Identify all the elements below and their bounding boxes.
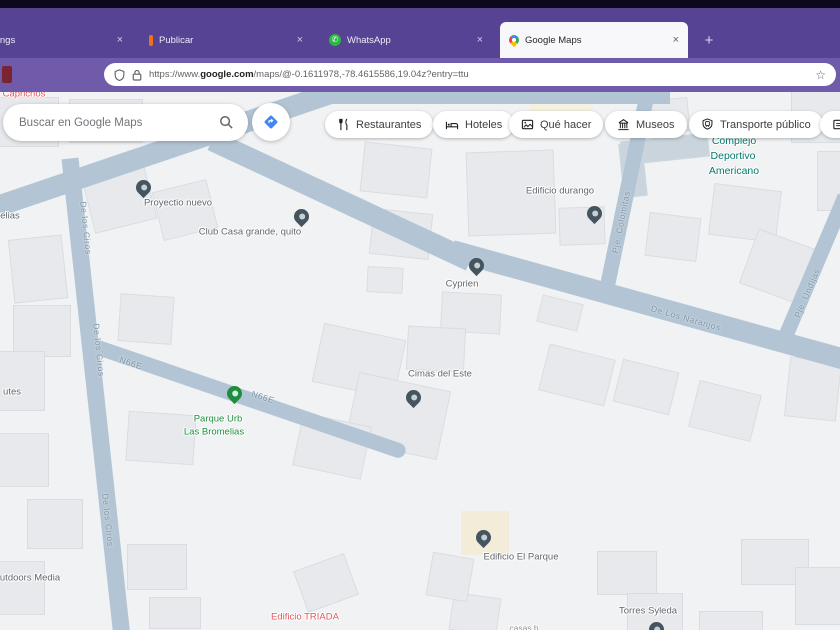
attractions-icon bbox=[521, 119, 534, 130]
chip-hoteles[interactable]: Hoteles bbox=[433, 111, 515, 138]
whatsapp-favicon-icon: ✆ bbox=[329, 34, 341, 46]
map-building bbox=[117, 293, 175, 345]
map-building bbox=[7, 234, 69, 304]
tab-close-icon[interactable]: × bbox=[117, 34, 123, 46]
map-label[interactable]: utes bbox=[3, 387, 21, 398]
directions-button[interactable] bbox=[252, 103, 290, 141]
chip-transporte-publico[interactable]: Transporte público bbox=[689, 111, 823, 138]
screen: { "browser": { "theme_color": "#564394",… bbox=[0, 0, 840, 630]
map-label[interactable]: Cimas del Este bbox=[408, 369, 472, 380]
tab-close-icon[interactable]: × bbox=[477, 34, 483, 46]
tab-label: WhatsApp bbox=[347, 34, 391, 46]
map-road bbox=[330, 92, 670, 104]
map-building bbox=[366, 266, 404, 294]
chip-label: Restaurantes bbox=[356, 118, 422, 131]
chip-partial-icon bbox=[833, 119, 840, 130]
map-building bbox=[538, 343, 616, 407]
map-building bbox=[440, 291, 502, 335]
map-building bbox=[536, 294, 584, 332]
chip-label: Hoteles bbox=[465, 118, 503, 131]
map-canvas[interactable]: De los Ciros De los Ciros De los Ciros N66E… bbox=[0, 92, 840, 630]
tab-close-icon[interactable]: × bbox=[297, 34, 303, 46]
url-toolbar: https://www.google.com/maps/@-0.1611978,… bbox=[0, 58, 840, 92]
transit-shield-icon bbox=[702, 118, 713, 130]
map-building bbox=[0, 433, 49, 487]
map-label[interactable]: Edificio TRIADA bbox=[271, 612, 339, 623]
map-label[interactable]: casas h bbox=[509, 623, 538, 630]
map-building bbox=[612, 358, 680, 416]
tab-whatsapp[interactable]: ✆ WhatsApp × bbox=[320, 22, 492, 58]
map-building bbox=[0, 351, 45, 411]
tab-close-icon[interactable]: × bbox=[673, 34, 679, 46]
map-building bbox=[699, 611, 763, 630]
map-building bbox=[293, 553, 359, 613]
map-label[interactable]: Edificio El Parque bbox=[484, 552, 559, 563]
map-building bbox=[644, 211, 702, 263]
search-icon[interactable] bbox=[219, 115, 234, 130]
map-building bbox=[127, 544, 187, 590]
museum-icon bbox=[618, 119, 629, 131]
map-label[interactable]: Las Bromelias bbox=[184, 427, 244, 438]
map-pin-club-casa-grande[interactable] bbox=[290, 205, 312, 228]
hotels-icon bbox=[445, 121, 459, 130]
google-maps-favicon-icon bbox=[506, 32, 522, 48]
map-building bbox=[125, 410, 197, 466]
chip-restaurantes[interactable]: Restaurantes bbox=[325, 111, 434, 138]
map-road bbox=[207, 130, 475, 270]
map-label[interactable]: Caprichos bbox=[3, 92, 46, 100]
tab-listings[interactable]: Listings × bbox=[0, 22, 132, 58]
lock-icon[interactable] bbox=[132, 69, 142, 81]
publicar-favicon-icon bbox=[149, 34, 153, 46]
map-label[interactable]: Edificio durango bbox=[526, 186, 594, 197]
map-label[interactable]: elias bbox=[0, 211, 20, 222]
extension-icon[interactable] bbox=[2, 66, 12, 83]
map-label[interactable]: Cyprien bbox=[446, 279, 479, 290]
tab-bar: Listings × Publicar × ✆ WhatsApp × Googl… bbox=[0, 8, 840, 58]
map-building bbox=[688, 379, 762, 443]
map-building bbox=[0, 561, 45, 615]
map-building bbox=[425, 551, 475, 603]
map-building bbox=[27, 499, 83, 549]
map-label[interactable]: Parque Urb bbox=[194, 414, 243, 425]
chip-que-hacer[interactable]: Qué hacer bbox=[509, 111, 604, 138]
url-text: https://www.google.com/maps/@-0.1611978,… bbox=[149, 69, 469, 80]
search-input[interactable] bbox=[17, 115, 219, 130]
map-label[interactable]: Proyectio nuevo bbox=[144, 198, 212, 209]
chip-partial[interactable] bbox=[820, 111, 840, 138]
maps-search-box[interactable] bbox=[3, 104, 248, 141]
tab-label: Google Maps bbox=[525, 34, 582, 46]
map-label[interactable]: Torres Syleda bbox=[619, 606, 677, 617]
tab-publicar[interactable]: Publicar × bbox=[140, 22, 312, 58]
map-building bbox=[359, 141, 433, 199]
map-label[interactable]: Deportivo bbox=[711, 150, 756, 162]
chip-label: Transporte público bbox=[720, 118, 811, 131]
tab-label: Publicar bbox=[159, 34, 194, 46]
url-bar[interactable]: https://www.google.com/maps/@-0.1611978,… bbox=[104, 63, 836, 86]
shield-icon[interactable] bbox=[114, 68, 125, 81]
chip-label: Qué hacer bbox=[540, 118, 592, 131]
map-label[interactable]: Americano bbox=[709, 165, 759, 177]
map-building bbox=[405, 325, 467, 373]
restaurants-icon bbox=[339, 118, 348, 131]
tab-google-maps[interactable]: Google Maps × bbox=[500, 22, 688, 58]
map-building bbox=[795, 567, 840, 625]
map-label[interactable]: Club Casa grande, quito bbox=[199, 227, 301, 238]
chip-label: Museos bbox=[636, 118, 675, 131]
bookmark-star-icon[interactable]: ☆ bbox=[815, 68, 826, 82]
tab-label: Listings bbox=[0, 34, 16, 46]
new-tab-button[interactable]: + bbox=[698, 30, 720, 52]
map-building bbox=[149, 597, 201, 629]
chip-museos[interactable]: Museos bbox=[605, 111, 687, 138]
window-top-strip bbox=[0, 0, 840, 8]
map-building bbox=[597, 551, 657, 595]
map-building bbox=[13, 305, 71, 357]
directions-diamond-icon bbox=[264, 115, 278, 129]
map-label[interactable]: utdoors Media bbox=[0, 573, 60, 584]
